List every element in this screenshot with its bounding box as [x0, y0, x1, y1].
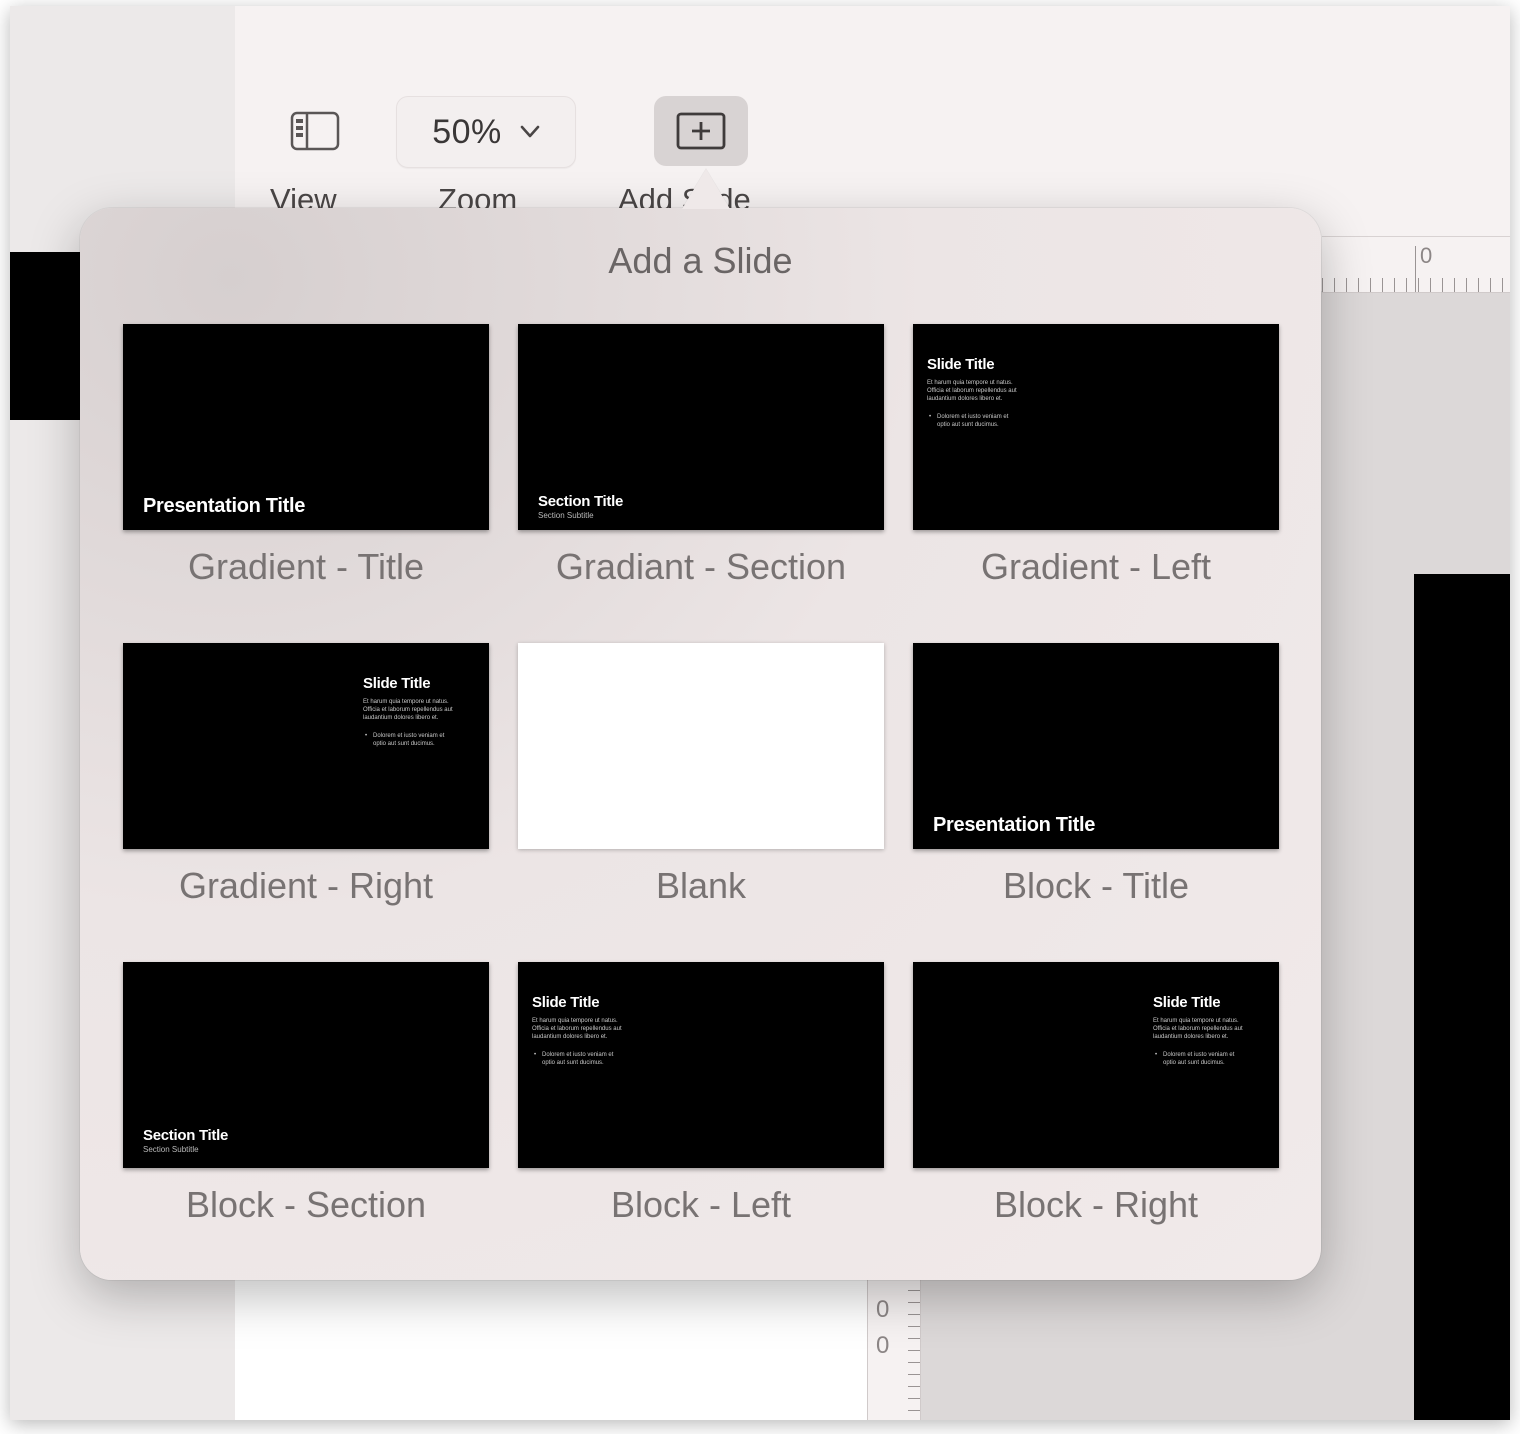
layout-label: Gradient - Left [980, 546, 1212, 587]
ruler-major-tick [1415, 246, 1416, 292]
ruler-number: 0 [876, 1296, 890, 1323]
layout-label: Block - Section [185, 1184, 427, 1225]
chevron-down-icon [520, 125, 540, 138]
layout-thumbnail: Slide Title Et harum quia tempore ut nat… [518, 962, 884, 1168]
add-slide-button[interactable] [654, 96, 748, 166]
layout-thumbnail: Slide Title Et harum quia tempore ut nat… [913, 324, 1279, 530]
thumbnail-body-text: Et harum quia tempore ut natus. Officia … [1153, 1018, 1243, 1040]
layout-label: Block - Title [1002, 865, 1190, 906]
thumbnail-section-text: Section Title Section Subtitle [538, 493, 623, 520]
thumbnail-content: Slide Title Et harum quia tempore ut nat… [532, 994, 628, 1067]
sidebar-icon [290, 111, 340, 151]
zoom-value: 50% [432, 112, 502, 151]
thumbnail-bullet-text: Dolorem et iusto veniam et optio aut sun… [927, 413, 1023, 429]
ruler-number: 0 [876, 1332, 890, 1359]
vertical-ruler: 0 0 [867, 1278, 921, 1420]
add-slide-popover: Add a Slide Presentation Title Gradient … [80, 208, 1321, 1280]
thumbnail-subtitle-text: Section Subtitle [143, 1145, 199, 1154]
thumbnail-content: Slide Title Et harum quia tempore ut nat… [363, 675, 459, 748]
layout-thumbnail: Presentation Title [123, 324, 489, 530]
slide-edge [1414, 574, 1510, 1420]
navigator-slide-thumbnail[interactable] [10, 252, 82, 420]
thumbnail-content: Slide Title Et harum quia tempore ut nat… [1153, 994, 1249, 1067]
layout-thumbnail: Section Title Section Subtitle [123, 962, 489, 1168]
layout-label: Block - Left [610, 1184, 792, 1225]
layout-thumbnail: Presentation Title [913, 643, 1279, 849]
zoom-dropdown[interactable]: 50% [396, 96, 576, 168]
thumbnail-bullet-text: Dolorem et iusto veniam et optio aut sun… [363, 732, 459, 748]
layout-label: Gradient - Right [178, 865, 434, 906]
thumbnail-bullet-text: Dolorem et iusto veniam et optio aut sun… [1153, 1051, 1249, 1067]
thumbnail-body-text: Et harum quia tempore ut natus. Officia … [363, 699, 453, 721]
thumbnail-title-text: Slide Title [1153, 994, 1221, 1011]
thumbnail-subtitle-text: Section Subtitle [538, 511, 594, 520]
horizontal-ruler: 0 [1322, 236, 1510, 293]
view-button[interactable] [270, 96, 360, 166]
layout-thumbnail: Slide Title Et harum quia tempore ut nat… [123, 643, 489, 849]
thumbnail-content: Slide Title Et harum quia tempore ut nat… [927, 356, 1023, 429]
layout-label: Blank [655, 865, 747, 906]
add-slide-icon [676, 112, 726, 150]
app-window: 0 0 0 View 50% Zoom Add Slide Add a Slid [10, 6, 1510, 1420]
ruler-ticks [908, 1278, 920, 1420]
layout-label: Gradiant - Section [555, 546, 847, 587]
thumbnail-title-text: Slide Title [927, 356, 995, 373]
thumbnail-title-text: Presentation Title [933, 814, 1096, 836]
popover-title: Add a Slide [608, 240, 793, 281]
layout-label: Block - Right [993, 1184, 1199, 1225]
thumbnail-title-text: Presentation Title [143, 495, 306, 517]
slide-canvas[interactable] [235, 1276, 867, 1420]
thumbnail-body-text: Et harum quia tempore ut natus. Officia … [532, 1018, 622, 1040]
ruler-number: 0 [1420, 243, 1433, 268]
thumbnail-section-text: Section Title Section Subtitle [143, 1127, 228, 1154]
ruler-ticks [1322, 278, 1510, 292]
thumbnail-title-text: Section Title [538, 493, 624, 510]
popover-arrow [682, 169, 730, 209]
thumbnail-title-text: Slide Title [532, 994, 600, 1011]
layout-thumbnail: Slide Title Et harum quia tempore ut nat… [913, 962, 1279, 1168]
thumbnail-title-text: Section Title [143, 1127, 229, 1144]
thumbnail-title-text: Slide Title [363, 675, 431, 692]
layout-label: Gradient - Title [187, 546, 425, 587]
layout-thumbnail [518, 643, 884, 849]
thumbnail-body-text: Et harum quia tempore ut natus. Officia … [927, 380, 1017, 402]
thumbnail-bullet-text: Dolorem et iusto veniam et optio aut sun… [532, 1051, 628, 1067]
layout-thumbnail: Section Title Section Subtitle [518, 324, 884, 530]
